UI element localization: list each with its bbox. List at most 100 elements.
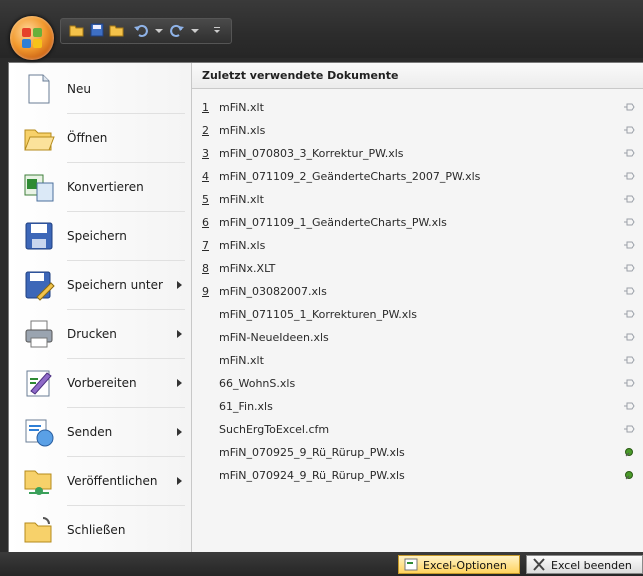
divider	[67, 260, 185, 261]
pin-icon[interactable]	[623, 194, 635, 205]
menu-item-convert[interactable]: Konvertieren	[9, 165, 191, 209]
submenu-arrow-icon	[177, 330, 182, 338]
pin-icon[interactable]	[623, 401, 635, 412]
pin-icon[interactable]	[623, 424, 635, 435]
pin-icon[interactable]	[623, 309, 635, 320]
folder-icon[interactable]	[109, 22, 125, 38]
menu-item-close[interactable]: Schließen	[9, 508, 191, 552]
print-icon	[25, 320, 53, 348]
divider	[67, 162, 185, 163]
open-folder-icon[interactable]	[69, 22, 85, 38]
recent-document-name: mFiN.xlt	[219, 101, 264, 114]
recent-document-item[interactable]: 3 mFiN_070803_3_Korrektur_PW.xls	[192, 143, 643, 165]
recent-document-item[interactable]: mFiN_070924_9_Rü_Rürup_PW.xls	[192, 465, 643, 487]
recent-documents-header: Zuletzt verwendete Dokumente	[192, 63, 643, 89]
recent-document-name: mFiN_070803_3_Korrektur_PW.xls	[219, 147, 404, 160]
menu-item-send[interactable]: Senden	[9, 410, 191, 454]
excel-options-button[interactable]: Excel-Optionen	[398, 555, 520, 574]
divider	[67, 358, 185, 359]
recent-document-name: mFiN.xlt	[219, 354, 264, 367]
recent-document-number: 3	[202, 147, 209, 160]
pinned-icon[interactable]	[623, 447, 635, 458]
pin-icon[interactable]	[623, 148, 635, 159]
office-button[interactable]	[10, 16, 54, 60]
menu-item-label: Veröffentlichen	[67, 474, 158, 488]
recent-document-name: mFiN-NeueIdeen.xls	[219, 331, 329, 344]
recent-document-item[interactable]: 8 mFiNx.XLT	[192, 258, 643, 280]
recent-document-number: 4	[202, 170, 209, 183]
recent-document-item[interactable]: mFiN.xlt	[192, 350, 643, 372]
menu-item-save[interactable]: Speichern	[9, 214, 191, 258]
divider	[67, 456, 185, 457]
recent-documents-pane: Zuletzt verwendete Dokumente 1 mFiN.xlt 2 m…	[192, 63, 643, 553]
recent-document-item[interactable]: 1 mFiN.xlt	[192, 97, 643, 119]
menu-item-label: Öffnen	[67, 131, 108, 145]
menu-item-prepare[interactable]: Vorbereiten	[9, 361, 191, 405]
redo-dropdown-icon[interactable]	[187, 22, 203, 38]
menu-item-new[interactable]: Neu	[9, 67, 191, 111]
pin-icon[interactable]	[623, 332, 635, 343]
menu-item-label: Speichern unter	[67, 278, 163, 292]
pin-icon[interactable]	[623, 102, 635, 113]
recent-document-name: mFiN_071109_1_GeänderteCharts_PW.xls	[219, 216, 447, 229]
recent-document-item[interactable]: 9 mFiN_03082007.xls	[192, 281, 643, 303]
divider	[67, 113, 185, 114]
recent-document-item[interactable]: 4 mFiN_071109_2_GeänderteCharts_2007_PW.x…	[192, 166, 643, 188]
close-folder-icon	[24, 517, 52, 543]
save-icon[interactable]	[89, 22, 105, 38]
submenu-arrow-icon	[177, 428, 182, 436]
send-icon	[25, 419, 54, 447]
recent-document-name: mFiN_071109_2_GeänderteCharts_2007_PW.xl…	[219, 170, 481, 183]
menu-item-save-as[interactable]: Speichern unter	[9, 263, 191, 307]
menu-item-label: Drucken	[67, 327, 117, 341]
recent-document-item[interactable]: 2 mFiN.xls	[192, 120, 643, 142]
pin-icon[interactable]	[623, 240, 635, 251]
office-logo-square	[33, 28, 42, 37]
recent-document-item[interactable]: 6 mFiN_071109_1_GeänderteCharts_PW.xls	[192, 212, 643, 234]
recent-document-item[interactable]: mFiN_070925_9_Rü_Rürup_PW.xls	[192, 442, 643, 464]
exit-excel-button[interactable]: Excel beenden	[526, 555, 643, 574]
recent-document-item[interactable]: SuchErgToExcel.cfm	[192, 419, 643, 441]
menu-item-label: Vorbereiten	[67, 376, 137, 390]
recent-document-item[interactable]: 61_Fin.xls	[192, 396, 643, 418]
office-logo-icon	[22, 28, 31, 37]
menu-item-print[interactable]: Drucken	[9, 312, 191, 356]
prepare-icon	[26, 370, 52, 397]
pin-icon[interactable]	[623, 378, 635, 389]
pin-icon[interactable]	[623, 217, 635, 228]
excel-options-label: Excel-Optionen	[423, 559, 507, 572]
exit-excel-label: Excel beenden	[551, 559, 632, 572]
pin-icon[interactable]	[623, 171, 635, 182]
pin-icon[interactable]	[623, 263, 635, 274]
title-bar	[0, 0, 643, 58]
menu-item-label: Speichern	[67, 229, 127, 243]
recent-document-number: 6	[202, 216, 209, 229]
divider	[67, 211, 185, 212]
pin-icon[interactable]	[623, 355, 635, 366]
menu-item-open[interactable]: Öffnen	[9, 116, 191, 160]
pinned-icon[interactable]	[623, 470, 635, 481]
pin-icon[interactable]	[623, 286, 635, 297]
menu-item-label: Schließen	[67, 523, 126, 537]
recent-document-item[interactable]: 5 mFiN.xlt	[192, 189, 643, 211]
recent-document-item[interactable]: mFiN-NeueIdeen.xls	[192, 327, 643, 349]
quick-access-toolbar	[60, 18, 232, 44]
recent-document-name: mFiN_071105_1_Korrekturen_PW.xls	[219, 308, 418, 321]
divider	[67, 407, 185, 408]
office-logo-square	[33, 39, 42, 48]
recent-document-name: mFiN.xls	[219, 239, 266, 252]
menu-item-publish[interactable]: Veröffentlichen	[9, 459, 191, 503]
undo-dropdown-icon[interactable]	[151, 22, 167, 38]
recent-document-name: 61_Fin.xls	[219, 400, 273, 413]
pin-icon[interactable]	[623, 125, 635, 136]
recent-document-item[interactable]: 66_WohnS.xls	[192, 373, 643, 395]
recent-document-item[interactable]: 7 mFiN.xls	[192, 235, 643, 257]
undo-icon[interactable]	[133, 22, 149, 38]
menu-item-label: Konvertieren	[67, 180, 144, 194]
recent-document-number: 7	[202, 239, 209, 252]
submenu-arrow-icon	[177, 281, 182, 289]
redo-icon[interactable]	[169, 22, 185, 38]
recent-document-item[interactable]: mFiN_071105_1_Korrekturen_PW.xls	[192, 304, 643, 326]
customize-icon[interactable]	[209, 22, 225, 38]
divider	[67, 309, 185, 310]
